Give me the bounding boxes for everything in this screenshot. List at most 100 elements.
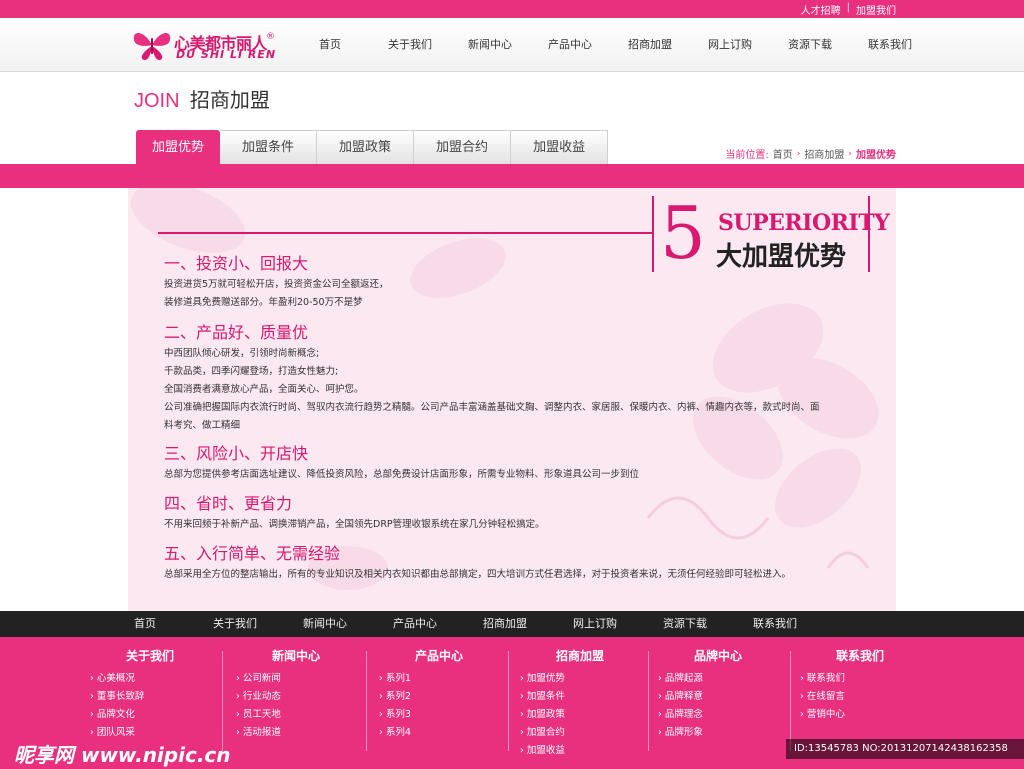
tab-conditions[interactable]: 加盟条件 <box>220 130 318 164</box>
nav-download[interactable]: 资源下载 <box>770 18 850 72</box>
nav-order[interactable]: 网上订购 <box>690 18 770 72</box>
breadcrumb-label: 当前位置: <box>725 150 769 161</box>
footer-link[interactable]: 加盟收益 <box>520 742 640 760</box>
section-title: 三、风险小、开店快 <box>164 444 309 463</box>
bottom-nav-order[interactable]: 网上订购 <box>550 611 640 637</box>
nav-news[interactable]: 新闻中心 <box>450 18 530 72</box>
section-title: 五、入行简单、无需经验 <box>164 544 341 563</box>
footer-divider <box>648 651 649 751</box>
top-links-separator: | <box>846 2 850 13</box>
page-title: JOIN 招商加盟 <box>134 84 270 113</box>
breadcrumb: 当前位置: 首页 › 招商加盟 › 加盟优势 <box>725 146 896 162</box>
bottom-nav-about[interactable]: 关于我们 <box>190 611 280 637</box>
footer-link[interactable]: 行业动态 <box>236 688 356 706</box>
page-title-cn: 招商加盟 <box>189 88 270 112</box>
footer-col-news: 新闻中心 公司新闻 行业动态 员工天地 活动报道 <box>236 647 356 742</box>
footer-col-title: 招商加盟 <box>555 649 604 663</box>
section-product: 二、产品好、质量优 中西团队倾心研发，引领时尚新概念; 千款品类，四季闪耀登场，… <box>164 323 876 435</box>
bottom-nav-contact[interactable]: 联系我们 <box>730 611 820 637</box>
nav-home[interactable]: 首页 <box>290 18 370 72</box>
footer-link[interactable]: 系列4 <box>379 724 499 742</box>
sub-tabs: 加盟优势 加盟条件 加盟政策 加盟合约 加盟收益 <box>136 130 609 164</box>
section-line: 投资进货5万就可轻松开店，投资资金公司全额返还， <box>164 279 389 290</box>
footer-link[interactable]: 品牌释意 <box>658 688 778 706</box>
footer-link[interactable]: 员工天地 <box>236 706 356 724</box>
footer-col-about: 关于我们 心美概况 董事长致辞 品牌文化 团队风采 <box>90 647 210 742</box>
butterfly-logo-icon <box>133 33 171 61</box>
footer-col-title: 关于我们 <box>125 649 174 663</box>
footer-link[interactable]: 加盟条件 <box>520 688 640 706</box>
footer-link[interactable]: 董事长致辞 <box>90 688 210 706</box>
breadcrumb-home[interactable]: 首页 <box>773 146 793 161</box>
superiority-label: SUPERIORITY <box>718 210 890 236</box>
footer-link[interactable]: 联系我们 <box>800 670 920 688</box>
bottom-nav-products[interactable]: 产品中心 <box>370 611 460 637</box>
nav-products[interactable]: 产品中心 <box>530 18 610 72</box>
footer-divider <box>790 651 791 751</box>
recruit-link[interactable]: 人才招聘 <box>801 2 841 17</box>
main-nav: 首页 关于我们 新闻中心 产品中心 招商加盟 网上订购 资源下载 联系我们 <box>290 18 930 72</box>
section-invest: 一、投资小、回报大 投资进货5万就可轻松开店，投资资金公司全额返还， 装修道具免… <box>164 254 876 312</box>
footer-link[interactable]: 系列1 <box>379 670 499 688</box>
footer-link[interactable]: 品牌理念 <box>658 706 778 724</box>
top-links: 人才招聘 | 加盟我们 <box>801 2 896 17</box>
section-line: 全国消费者满意放心产品，全面关心、呵护您。 <box>164 384 364 395</box>
section-entry: 五、入行简单、无需经验 总部采用全方位的整店输出，所有的专业知识及相关内衣知识都… <box>164 544 876 584</box>
footer-col-title: 品牌中心 <box>693 649 742 663</box>
nav-franchise[interactable]: 招商加盟 <box>610 18 690 72</box>
breadcrumb-section[interactable]: 招商加盟 <box>804 146 844 161</box>
footer-divider <box>508 651 509 751</box>
footer-col-products: 产品中心 系列1 系列2 系列3 系列4 <box>379 647 499 742</box>
section-line: 料考究、做工精细 <box>164 420 241 431</box>
divider-line <box>158 232 654 234</box>
footer-col-brand: 品牌中心 品牌起源 品牌释意 品牌理念 品牌形象 <box>658 647 778 742</box>
site-header: 心美都市丽人 ® DU SHI LI REN 首页 关于我们 新闻中心 产品中心… <box>0 18 1024 72</box>
section-line: 公司准确把握国际内衣流行时尚、驾驭内衣流行趋势之精髓。公司产品丰富涵盖基础文胸、… <box>164 402 820 413</box>
bottom-nav-home[interactable]: 首页 <box>100 611 190 637</box>
nav-contact[interactable]: 联系我们 <box>850 18 930 72</box>
footer-link[interactable]: 营销中心 <box>800 706 920 724</box>
footer-link[interactable]: 品牌起源 <box>658 670 778 688</box>
bottom-nav-franchise[interactable]: 招商加盟 <box>460 611 550 637</box>
footer-col-franchise: 招商加盟 加盟优势 加盟条件 加盟政策 加盟合约 加盟收益 <box>520 647 640 760</box>
footer-link[interactable]: 心美概况 <box>90 670 210 688</box>
content-panel: 5 SUPERIORITY 大加盟优势 一、投资小、回报大 投资进货5万就可轻松… <box>128 188 896 611</box>
join-us-link[interactable]: 加盟我们 <box>856 2 896 17</box>
watermark-id: ID:13545783 NO:20131207142438162358 <box>786 739 1024 759</box>
section-line: 总部采用全方位的整店输出，所有的专业知识及相关内衣知识都由总部搞定，四大培训方式… <box>164 569 792 580</box>
nav-about[interactable]: 关于我们 <box>370 18 450 72</box>
tab-contract[interactable]: 加盟合约 <box>414 130 512 164</box>
section-line: 千款品类，四季闪耀登场，打造女性魅力; <box>164 366 339 377</box>
bottom-nav-download[interactable]: 资源下载 <box>640 611 730 637</box>
brand-logo[interactable]: 心美都市丽人 ® DU SHI LI REN <box>130 26 280 66</box>
brand-name-en: DU SHI LI REN <box>176 48 277 61</box>
page-title-en: JOIN <box>134 90 180 112</box>
chevron-right-icon: › <box>848 148 852 159</box>
section-line: 装修道具免费赠送部分。年盈利20-50万不是梦 <box>164 297 363 308</box>
chevron-right-icon: › <box>796 148 801 159</box>
section-title: 一、投资小、回报大 <box>164 254 309 273</box>
footer-link[interactable]: 系列3 <box>379 706 499 724</box>
footer-link[interactable]: 品牌形象 <box>658 724 778 742</box>
tab-policy[interactable]: 加盟政策 <box>317 130 415 164</box>
footer-link[interactable]: 加盟优势 <box>520 670 640 688</box>
footer-divider <box>222 651 223 751</box>
footer-link[interactable]: 加盟合约 <box>520 724 640 742</box>
section-title: 四、省时、更省力 <box>164 494 293 513</box>
footer-link[interactable]: 在线留言 <box>800 688 920 706</box>
footer-divider <box>366 651 367 751</box>
footer-link[interactable]: 品牌文化 <box>90 706 210 724</box>
footer-link[interactable]: 加盟政策 <box>520 706 640 724</box>
breadcrumb-current: 加盟优势 <box>856 150 896 161</box>
tab-advantages[interactable]: 加盟优势 <box>136 130 221 164</box>
footer-col-title: 产品中心 <box>414 649 463 663</box>
footer-link[interactable]: 活动报道 <box>236 724 356 742</box>
tab-income[interactable]: 加盟收益 <box>511 130 609 164</box>
section-line: 总部为您提供参考店面选址建议、降低投资风险，总部免费设计店面形象，所需专业物料、… <box>164 469 640 480</box>
footer-link[interactable]: 公司新闻 <box>236 670 356 688</box>
footer-link[interactable]: 系列2 <box>379 688 499 706</box>
bottom-nav: 首页 关于我们 新闻中心 产品中心 招商加盟 网上订购 资源下载 联系我们 <box>0 611 1024 637</box>
footer-col-title: 新闻中心 <box>271 649 320 663</box>
bottom-nav-news[interactable]: 新闻中心 <box>280 611 370 637</box>
section-title: 二、产品好、质量优 <box>164 323 309 342</box>
